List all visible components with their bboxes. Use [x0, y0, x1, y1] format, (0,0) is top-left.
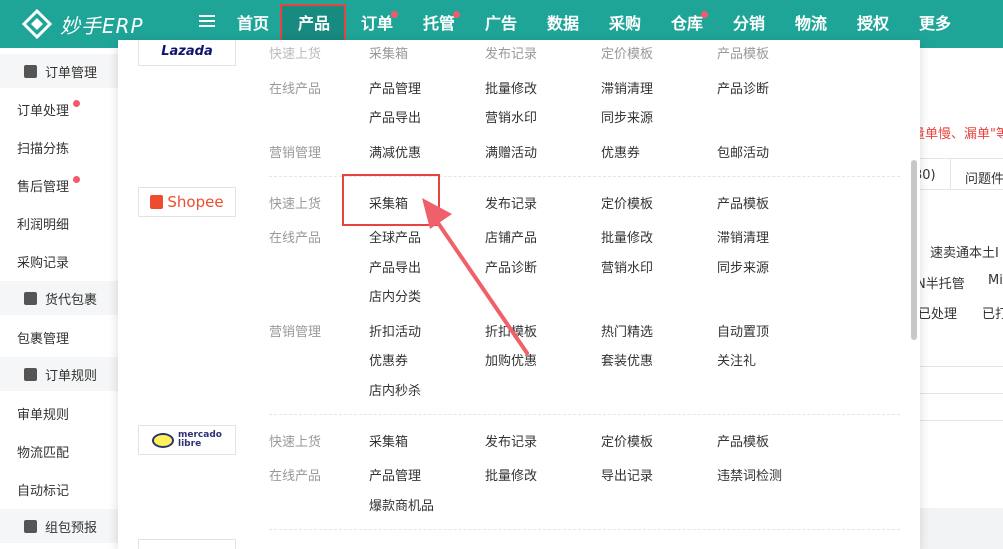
lazada-free-shipping[interactable]: 包邮活动 — [717, 142, 769, 161]
shopee-discount[interactable]: 折扣活动 — [369, 321, 421, 340]
document-icon — [24, 64, 37, 78]
sidebar-item-purchase-records[interactable]: 采购记录 — [17, 252, 69, 271]
shopee-store-products[interactable]: 店铺产品 — [485, 227, 537, 246]
handshake-icon — [152, 432, 175, 448]
shopee-sync-source[interactable]: 同步来源 — [717, 257, 769, 276]
shopee-bag-icon — [150, 195, 164, 209]
shopee-batch-edit[interactable]: 批量修改 — [601, 227, 653, 246]
lazada-diagnosis[interactable]: 产品诊断 — [717, 78, 769, 97]
sidebar-item-order-processing[interactable]: 订单处理 — [17, 100, 69, 119]
sidebar: 订单管理 订单处理 扫描分拣 售后管理 利润明细 采购记录 货代包裹 包裹管理 … — [0, 48, 118, 549]
shopee-watermark[interactable]: 营销水印 — [601, 257, 653, 276]
nav-orders-badge — [391, 11, 398, 18]
document-icon — [24, 367, 37, 381]
lazada-watermark[interactable]: 营销水印 — [485, 107, 537, 126]
shopee-discount-template[interactable]: 折扣模板 — [485, 321, 537, 340]
lazada-link[interactable]: 采集箱 — [369, 43, 408, 62]
tab-issue[interactable]: 问题件 — [965, 168, 1003, 187]
dropdown-scrollbar[interactable] — [911, 160, 917, 340]
lazada-link[interactable]: 发布记录 — [485, 43, 537, 62]
shopee-global-products[interactable]: 全球产品 — [369, 227, 421, 246]
lazada-link[interactable]: 定价模板 — [601, 43, 653, 62]
brand-logo[interactable]: 妙手ERP — [22, 9, 144, 39]
sidebar-item-logistics-match[interactable]: 物流匹配 — [17, 442, 69, 461]
lazada-sync-source[interactable]: 同步来源 — [601, 107, 653, 126]
document-icon — [24, 519, 37, 533]
shopee-slow-clear[interactable]: 滞销清理 — [717, 227, 769, 246]
filter-option[interactable]: 已打 — [982, 303, 1003, 322]
sidebar-item-audit-rules[interactable]: 审单规则 — [17, 404, 69, 423]
logo-icon — [22, 9, 52, 39]
lazada-full-gift[interactable]: 满赠活动 — [485, 142, 537, 161]
filter-option[interactable]: N半托管 — [916, 273, 965, 292]
sidebar-badge — [73, 100, 80, 107]
mercado-hot-products[interactable]: 爆款商机品 — [369, 495, 434, 514]
mercado-product-management[interactable]: 产品管理 — [369, 465, 421, 484]
shopee-coupon[interactable]: 优惠券 — [369, 350, 408, 369]
nav-more[interactable]: 更多 — [919, 0, 951, 48]
mercado-export-records[interactable]: 导出记录 — [601, 465, 653, 484]
shopee-export[interactable]: 产品导出 — [369, 257, 421, 276]
nav-hosting-badge — [453, 11, 460, 18]
shopee-logo: Shopee — [138, 187, 236, 217]
mercado-product-template[interactable]: 产品模板 — [717, 431, 769, 450]
sidebar-item-scan-sort[interactable]: 扫描分拣 — [17, 138, 69, 157]
lazada-export[interactable]: 产品导出 — [369, 107, 421, 126]
lazada-batch-edit[interactable]: 批量修改 — [485, 78, 537, 97]
mercado-pricing-template[interactable]: 定价模板 — [601, 431, 653, 450]
shopee-bundle-deal[interactable]: 套装优惠 — [601, 350, 653, 369]
sidebar-item-auto-tag[interactable]: 自动标记 — [17, 480, 69, 499]
shopee-publish-records[interactable]: 发布记录 — [485, 193, 537, 212]
lazada-logo: Lazada — [138, 40, 236, 66]
sidebar-section-forwarder[interactable]: 货代包裹 — [0, 281, 118, 315]
mercado-libre-logo: mercado libre — [138, 425, 236, 455]
sidebar-section-order-management[interactable]: 订单管理 — [0, 54, 118, 88]
shopee-hot-picks[interactable]: 热门精选 — [601, 321, 653, 340]
lazada-full-reduction[interactable]: 满减优惠 — [369, 142, 421, 161]
sidebar-item-profit[interactable]: 利润明细 — [17, 214, 69, 233]
product-dropdown-menu: Lazada 快速上货 采集箱 发布记录 定价模板 产品模板 在线产品 产品管理… — [118, 40, 920, 549]
shopee-follow-prize[interactable]: 关注礼 — [717, 350, 756, 369]
shopee-store-category[interactable]: 店内分类 — [369, 286, 421, 305]
menu-toggle-icon[interactable] — [199, 15, 215, 29]
next-platform-logo — [138, 539, 236, 549]
sidebar-section-order-rules[interactable]: 订单规则 — [0, 357, 118, 391]
notice-text: 量单慢、漏单"等 — [912, 127, 1003, 142]
lazada-slow-clear[interactable]: 滞销清理 — [601, 78, 653, 97]
wallet-icon — [24, 291, 37, 305]
lazada-link[interactable]: 产品模板 — [717, 43, 769, 62]
filter-option[interactable]: 已处理 — [918, 303, 957, 322]
sidebar-badge — [73, 176, 80, 183]
mercado-collection-box[interactable]: 采集箱 — [369, 431, 408, 450]
sidebar-item-after-sales[interactable]: 售后管理 — [17, 176, 69, 195]
shopee-pricing-template[interactable]: 定价模板 — [601, 193, 653, 212]
filter-option[interactable]: 速卖通本土I — [930, 242, 999, 261]
brand-name: 妙手ERP — [60, 13, 144, 38]
shopee-auto-boost[interactable]: 自动置顶 — [717, 321, 769, 340]
highlight-box — [342, 174, 440, 226]
filter-option[interactable]: Mi — [988, 273, 1003, 288]
shopee-flash-sale[interactable]: 店内秒杀 — [369, 380, 421, 399]
lazada-product-management[interactable]: 产品管理 — [369, 78, 421, 97]
shopee-diagnosis[interactable]: 产品诊断 — [485, 257, 537, 276]
mercado-batch-edit[interactable]: 批量修改 — [485, 465, 537, 484]
lazada-coupon[interactable]: 优惠券 — [601, 142, 640, 161]
mercado-publish-records[interactable]: 发布记录 — [485, 431, 537, 450]
background-content: 量单慢、漏单"等 30) 问题件 速卖通本土I N半托管 Mi 已处理 已打 — [912, 48, 1003, 549]
shopee-add-on-deal[interactable]: 加购优惠 — [485, 350, 537, 369]
nav-warehouse-badge — [701, 11, 708, 18]
shopee-product-template[interactable]: 产品模板 — [717, 193, 769, 212]
sidebar-section-package-forecast[interactable]: 组包预报 — [0, 509, 118, 543]
sidebar-item-packages[interactable]: 包裹管理 — [17, 328, 69, 347]
mercado-banned-words[interactable]: 违禁词检测 — [717, 465, 782, 484]
